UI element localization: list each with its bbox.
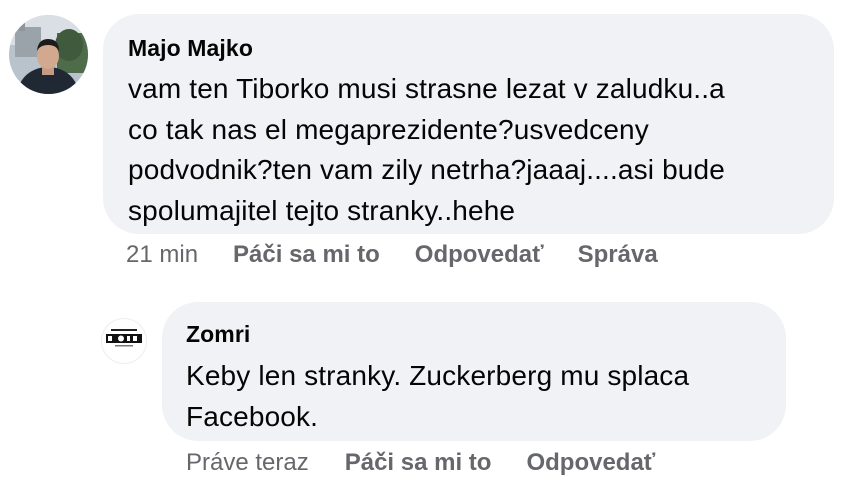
like-button[interactable]: Páči sa mi to — [345, 448, 492, 478]
reply-author[interactable]: Zomri — [186, 320, 762, 348]
profile-photo — [9, 15, 88, 94]
comment-timestamp[interactable]: 21 min — [126, 240, 198, 270]
reply-text: Keby len stranky. Zuckerberg mu splaca F… — [186, 360, 690, 432]
message-button[interactable]: Správa — [578, 240, 658, 270]
zomri-logo — [106, 329, 142, 347]
reply-bubble: Zomri Keby len stranky. Zuckerberg mu sp… — [162, 302, 786, 441]
avatar-zomri[interactable] — [101, 318, 147, 364]
avatar-majo-majko[interactable] — [9, 15, 88, 94]
reply-timestamp[interactable]: Práve teraz — [186, 448, 309, 478]
comment-actions: 21 min Páči sa mi to Odpovedať Správa — [126, 240, 658, 270]
comment-author[interactable]: Majo Majko — [128, 34, 810, 62]
comment-text: vam ten Tiborko musi strasne lezat v zal… — [128, 73, 725, 226]
reply-button[interactable]: Odpovedať — [526, 448, 655, 478]
reply-actions: Práve teraz Páči sa mi to Odpovedať — [186, 448, 655, 478]
comment-bubble: Majo Majko vam ten Tiborko musi strasne … — [103, 14, 834, 234]
reply-button[interactable]: Odpovedať — [415, 240, 544, 270]
like-button[interactable]: Páči sa mi to — [233, 240, 380, 270]
